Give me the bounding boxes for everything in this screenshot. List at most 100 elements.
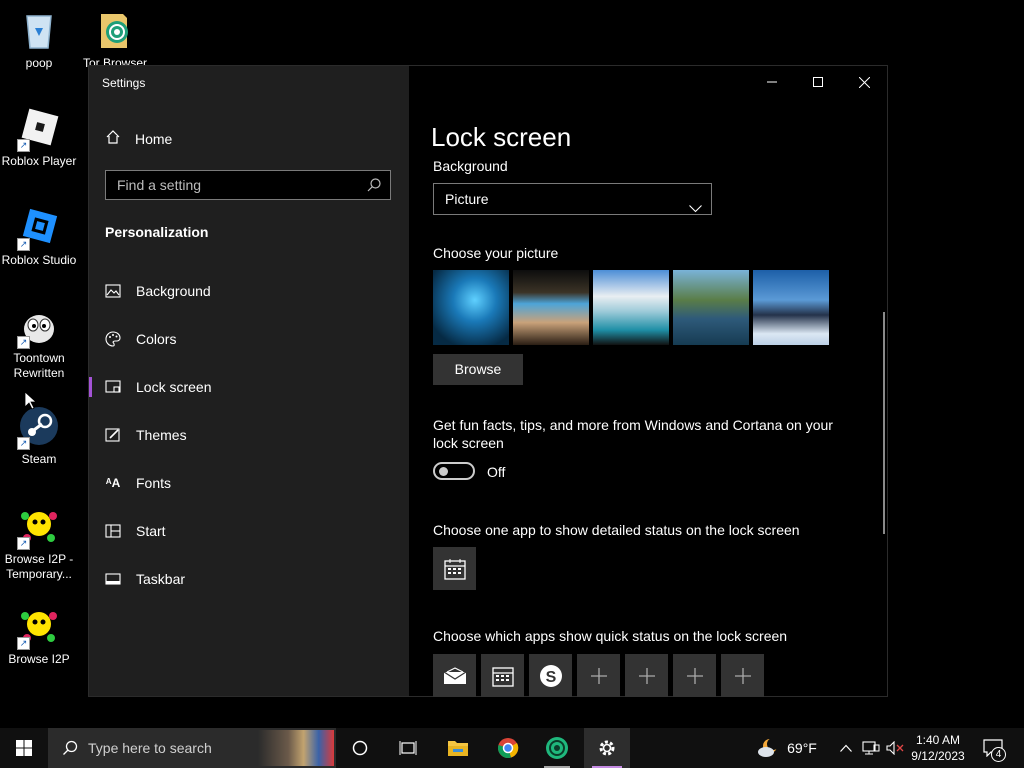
chrome-icon: [498, 738, 519, 758]
desktop-icon-toontown[interactable]: ↗ Toontown Rewritten: [0, 303, 78, 381]
calendar-icon: [443, 558, 466, 580]
font-icon: ᴬA: [105, 476, 121, 490]
shortcut-arrow-icon: ↗: [17, 238, 30, 251]
fun-facts-label: Get fun facts, tips, and more from Windo…: [433, 417, 833, 451]
quick-status-calendar-button[interactable]: [481, 654, 524, 697]
cortana-icon: [352, 740, 368, 756]
detailed-status-app-button[interactable]: [433, 547, 476, 590]
quick-status-add-button[interactable]: [721, 654, 764, 697]
desktop-icon-browse-i2p[interactable]: ↗ Browse I2P: [0, 604, 78, 667]
weather-widget[interactable]: 69°F: [752, 728, 822, 768]
clock-time: 1:40 AM: [915, 733, 961, 747]
volume-muted-icon: [886, 741, 904, 755]
desktop-icon-label: Browse I2P - Temporary...: [4, 552, 74, 581]
section-heading: Personalization: [105, 224, 209, 240]
settings-search-input[interactable]: [106, 171, 378, 199]
taskbar: 69°F 1:40 AM 9/12/2023 4: [0, 728, 1024, 768]
search-highlight-illustration-icon: [258, 730, 334, 766]
nav-item-label: Background: [136, 283, 211, 299]
network-button[interactable]: [860, 728, 882, 768]
taskbar-clock[interactable]: 1:40 AM 9/12/2023: [908, 732, 968, 764]
tor-browser-taskbar-button[interactable]: [536, 728, 578, 768]
tor-browser-icon: [93, 8, 137, 52]
settings-search[interactable]: [105, 170, 391, 200]
taskbar-search[interactable]: [48, 728, 336, 768]
settings-sidebar: Settings Home Personalization Background: [89, 66, 409, 696]
weather-temperature: 69°F: [787, 740, 817, 756]
thumbnail-mountain-lake[interactable]: [673, 270, 749, 345]
roblox-studio-icon: ↗: [17, 205, 61, 251]
desktop-icon-label: Toontown Rewritten: [13, 351, 65, 380]
start-button[interactable]: [0, 728, 48, 768]
thumbnail-coastal-hill[interactable]: [753, 270, 829, 345]
clock-date: 9/12/2023: [911, 749, 965, 763]
brush-icon: [105, 427, 121, 443]
desktop-icon-label: Steam: [21, 452, 57, 466]
nav-item-fonts[interactable]: ᴬA Fonts: [89, 459, 409, 507]
toontown-icon: ↗: [17, 303, 61, 349]
choose-picture-label: Choose your picture: [433, 245, 559, 261]
search-icon: [62, 740, 78, 756]
i2p-icon: ↗: [17, 604, 61, 650]
nav-item-colors[interactable]: Colors: [89, 315, 409, 363]
action-center-button[interactable]: 4: [978, 728, 1008, 768]
mail-icon: [443, 666, 466, 684]
lock-screen-icon: [105, 379, 121, 395]
quick-status-add-button[interactable]: [577, 654, 620, 697]
notification-count-badge: 4: [991, 747, 1006, 762]
shortcut-arrow-icon: ↗: [17, 437, 30, 450]
task-view-button[interactable]: [388, 728, 428, 768]
volume-button[interactable]: [884, 728, 906, 768]
nav-item-label: Themes: [136, 427, 187, 443]
palette-icon: [105, 331, 121, 347]
settings-window: Settings Home Personalization Background: [88, 65, 888, 697]
nav-item-themes[interactable]: Themes: [89, 411, 409, 459]
home-icon: [105, 129, 121, 148]
nav-item-start[interactable]: Start: [89, 507, 409, 555]
folder-icon: [448, 741, 468, 756]
quick-status-label: Choose which apps show quick status on t…: [433, 628, 788, 644]
quick-status-add-button[interactable]: [625, 654, 668, 697]
background-dropdown-value: Picture: [445, 191, 489, 207]
desktop-icon-roblox-player[interactable]: ↗ Roblox Player: [0, 106, 78, 169]
show-hidden-icons-button[interactable]: [836, 728, 856, 768]
background-dropdown[interactable]: Picture: [433, 183, 712, 215]
content-scrollbar[interactable]: [883, 312, 885, 534]
chevron-up-icon: [840, 744, 852, 752]
cortana-button[interactable]: [340, 728, 380, 768]
calendar-icon: [491, 666, 514, 687]
nav-item-taskbar[interactable]: Taskbar: [89, 555, 409, 603]
page-title: Lock screen: [431, 122, 572, 152]
thumbnail-lake-sky[interactable]: [593, 270, 669, 345]
search-icon: [366, 177, 382, 193]
thumbnail-ice-cave[interactable]: [433, 270, 509, 345]
nav-item-label: Taskbar: [136, 571, 186, 587]
taskbar-search-input[interactable]: [86, 739, 260, 757]
desktop-icon-steam[interactable]: ↗ Steam: [0, 404, 78, 467]
quick-status-mail-button[interactable]: [433, 654, 476, 697]
nav-home[interactable]: Home: [105, 129, 172, 148]
desktop-icon-roblox-studio[interactable]: ↗ Roblox Studio: [0, 205, 78, 268]
task-view-icon: [399, 741, 417, 755]
nav-item-label: Colors: [136, 331, 177, 347]
weather-partly-cloudy-night-icon: [758, 738, 780, 757]
thumbnail-beach-cave[interactable]: [513, 270, 589, 345]
quick-status-skype-button[interactable]: S: [529, 654, 572, 697]
desktop-icon-tor-browser[interactable]: Tor Browser: [76, 8, 154, 71]
nav-item-background[interactable]: Background: [89, 267, 409, 315]
nav-list: Background Colors Lock screen Themes ᴬA …: [89, 267, 409, 603]
desktop-icon-browse-i2p-temp[interactable]: ↗ Browse I2P - Temporary...: [0, 504, 78, 582]
file-explorer-button[interactable]: [438, 728, 478, 768]
settings-taskbar-button[interactable]: [584, 728, 630, 768]
desktop-icon-label: Browse I2P: [8, 652, 70, 666]
i2p-icon: ↗: [17, 504, 61, 550]
browse-button[interactable]: Browse: [433, 354, 523, 385]
nav-item-label: Start: [136, 523, 166, 539]
quick-status-add-button[interactable]: [673, 654, 716, 697]
plus-icon: [590, 667, 607, 684]
recycle-bin-icon: [17, 8, 61, 52]
nav-item-lock-screen[interactable]: Lock screen: [89, 363, 409, 411]
fun-facts-toggle[interactable]: [433, 462, 475, 480]
chrome-button[interactable]: [488, 728, 528, 768]
desktop-icon-recycle-bin[interactable]: poop: [0, 8, 78, 71]
